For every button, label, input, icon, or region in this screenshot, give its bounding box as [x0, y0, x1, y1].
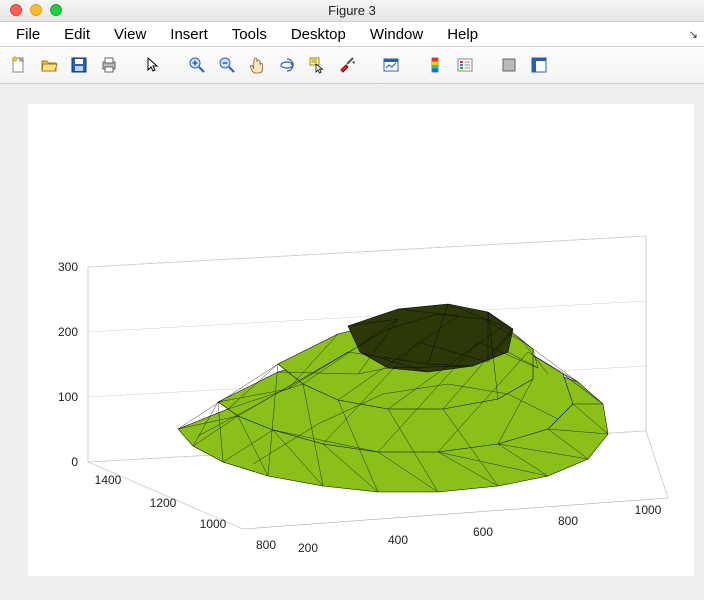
legend-icon: [456, 56, 474, 74]
new-file-icon: [10, 56, 28, 74]
figure-canvas: 0 100 200 300 1400 1200 1000 800 200 400…: [0, 84, 704, 600]
pointer-icon: [144, 56, 162, 74]
x-tick-600: 600: [473, 525, 493, 539]
z-tick-0: 0: [71, 455, 78, 469]
window-controls: [10, 4, 62, 16]
brush-icon: [338, 56, 356, 74]
menu-desktop[interactable]: Desktop: [279, 23, 358, 46]
show-plot-tools-button[interactable]: [526, 52, 552, 78]
z-tick-100: 100: [58, 390, 78, 404]
y-tick-1400: 1400: [95, 473, 122, 487]
datacursor-icon: [308, 56, 326, 74]
menu-bar: File Edit View Insert Tools Desktop Wind…: [0, 22, 704, 47]
print-icon: [100, 56, 118, 74]
window-title: Figure 3: [0, 3, 704, 18]
hide-plot-icon: [500, 56, 518, 74]
menu-help[interactable]: Help: [435, 23, 490, 46]
data-cursor-button[interactable]: [304, 52, 330, 78]
x-tick-200: 200: [298, 541, 318, 555]
colorbar-icon: [426, 56, 444, 74]
zoom-in-icon: [188, 56, 206, 74]
save-icon: [70, 56, 88, 74]
y-tick-800: 800: [256, 538, 276, 552]
link-plot-icon: [382, 56, 400, 74]
minimize-icon[interactable]: [30, 4, 42, 16]
x-tick-800: 800: [558, 514, 578, 528]
menu-view[interactable]: View: [102, 23, 158, 46]
x-tick-400: 400: [388, 533, 408, 547]
menu-file[interactable]: File: [4, 23, 52, 46]
zoom-window-icon[interactable]: [50, 4, 62, 16]
pan-button[interactable]: [244, 52, 270, 78]
z-tick-300: 300: [58, 260, 78, 274]
hide-plot-tools-button[interactable]: [496, 52, 522, 78]
pan-icon: [248, 56, 266, 74]
x-tick-1000: 1000: [635, 503, 662, 517]
menu-tools[interactable]: Tools: [220, 23, 279, 46]
menu-insert[interactable]: Insert: [158, 23, 220, 46]
zoom-out-icon: [218, 56, 236, 74]
surface-mesh: [178, 304, 608, 492]
brush-button[interactable]: [334, 52, 360, 78]
print-button[interactable]: [96, 52, 122, 78]
zoom-out-button[interactable]: [214, 52, 240, 78]
title-bar: Figure 3: [0, 0, 704, 22]
menu-window[interactable]: Window: [358, 23, 435, 46]
rotate3d-button[interactable]: [274, 52, 300, 78]
open-folder-icon: [40, 56, 58, 74]
menu-edit[interactable]: Edit: [52, 23, 102, 46]
z-tick-200: 200: [58, 325, 78, 339]
zoom-in-button[interactable]: [184, 52, 210, 78]
y-tick-1000: 1000: [200, 517, 227, 531]
rotate3d-icon: [278, 56, 296, 74]
new-file-button[interactable]: [6, 52, 32, 78]
pointer-button[interactable]: [140, 52, 166, 78]
colorbar-button[interactable]: [422, 52, 448, 78]
save-button[interactable]: [66, 52, 92, 78]
axes-3d[interactable]: 0 100 200 300 1400 1200 1000 800 200 400…: [28, 104, 694, 576]
y-tick-1200: 1200: [150, 496, 177, 510]
close-icon[interactable]: [10, 4, 22, 16]
menu-overflow-icon[interactable]: ↘: [689, 28, 698, 41]
legend-button[interactable]: [452, 52, 478, 78]
plot-svg: 0 100 200 300 1400 1200 1000 800 200 400…: [28, 104, 694, 576]
toolbar: [0, 47, 704, 84]
show-plot-icon: [530, 56, 548, 74]
link-plot-button[interactable]: [378, 52, 404, 78]
open-button[interactable]: [36, 52, 62, 78]
